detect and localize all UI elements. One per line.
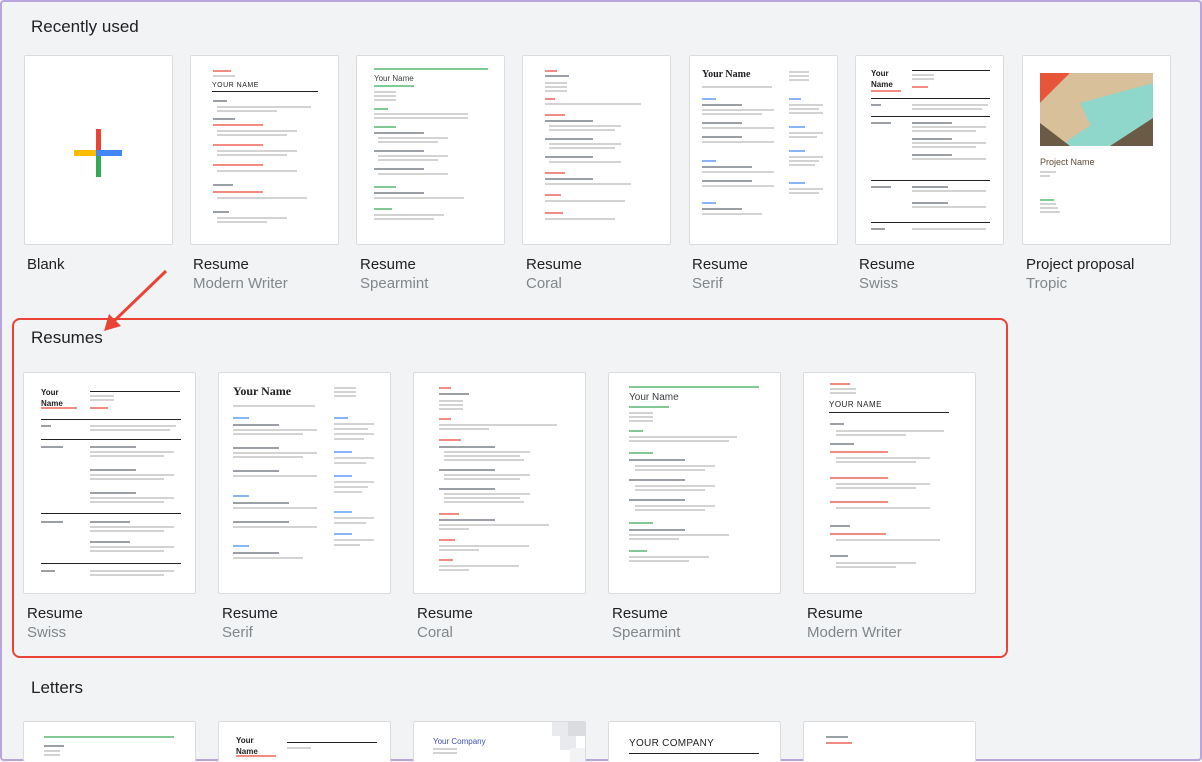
template-name: Resume bbox=[807, 605, 863, 622]
template-label: Resume Spearmint bbox=[360, 255, 428, 293]
thumb-company: YOUR COMPANY bbox=[629, 738, 715, 749]
template-variant: Modern Writer bbox=[193, 275, 288, 292]
resumes-heading: Resumes bbox=[31, 328, 103, 347]
thumb-name: Your Name bbox=[629, 392, 679, 403]
template-label: Resume Coral bbox=[417, 604, 473, 642]
thumb-name: YOUR NAME bbox=[829, 400, 882, 409]
template-label: Resume Modern Writer bbox=[193, 255, 288, 293]
template-variant: Swiss bbox=[859, 275, 899, 292]
template-name: Resume bbox=[692, 256, 748, 273]
template-label: Resume Swiss bbox=[27, 604, 83, 642]
template-name: Resume bbox=[526, 256, 582, 273]
thumb-company: Your Company bbox=[433, 737, 486, 746]
template-label: Project proposal Tropic bbox=[1026, 255, 1134, 293]
template-variant: Modern Writer bbox=[807, 624, 902, 641]
letters-heading: Letters bbox=[31, 678, 83, 697]
thumb-name: Your Name bbox=[374, 74, 414, 83]
tropic-cover-graphic bbox=[1040, 73, 1153, 146]
template-label: Resume Serif bbox=[692, 255, 748, 293]
template-variant: Coral bbox=[417, 624, 453, 641]
template-label: Resume Modern Writer bbox=[807, 604, 902, 642]
template-resume-serif[interactable]: Your Name bbox=[689, 55, 838, 245]
template-variant: Serif bbox=[222, 624, 253, 641]
template-label: Resume Serif bbox=[222, 604, 278, 642]
template-name: Resume bbox=[612, 605, 668, 622]
template-variant: Coral bbox=[526, 275, 562, 292]
thumb-name: Your Name bbox=[41, 388, 63, 408]
template-label: Resume Coral bbox=[526, 255, 582, 293]
template-variant: Spearmint bbox=[360, 275, 429, 292]
template-resume-swiss[interactable]: Your Name bbox=[23, 372, 196, 594]
template-resume-coral[interactable] bbox=[522, 55, 671, 245]
template-letter-swiss[interactable]: Your Name bbox=[218, 721, 391, 762]
template-resume-modern-writer[interactable]: YOUR NAME bbox=[803, 372, 976, 594]
template-name: Project proposal bbox=[1026, 256, 1135, 273]
template-variant: Spearmint bbox=[612, 624, 681, 641]
annotation-arrow bbox=[104, 269, 168, 331]
template-name: Resume bbox=[222, 605, 278, 622]
geometric-pattern-graphic bbox=[552, 722, 585, 762]
template-name: Resume bbox=[417, 605, 473, 622]
template-variant: Swiss bbox=[27, 624, 67, 641]
template-letter-spearmint[interactable] bbox=[23, 721, 196, 762]
template-label: Resume Swiss bbox=[859, 255, 915, 293]
template-resume-spearmint[interactable]: Your Name bbox=[356, 55, 505, 245]
template-resume-swiss[interactable]: Your Name bbox=[855, 55, 1004, 245]
template-name: Resume bbox=[27, 605, 83, 622]
template-resume-modern-writer[interactable]: YOUR NAME bbox=[190, 55, 339, 245]
template-letter-coral[interactable] bbox=[803, 721, 976, 762]
template-resume-serif[interactable]: Your Name bbox=[218, 372, 391, 594]
thumb-name: Your Name bbox=[233, 384, 292, 398]
thumb-name: Your Name bbox=[702, 69, 751, 80]
thumb-name: YOUR NAME bbox=[212, 82, 259, 89]
template-letter-geometric[interactable]: Your Company bbox=[413, 721, 586, 762]
template-variant: Tropic bbox=[1026, 275, 1068, 292]
thumb-project-name: Project Name bbox=[1040, 157, 1095, 167]
template-project-proposal-tropic[interactable]: Project Name bbox=[1022, 55, 1171, 245]
template-variant: Serif bbox=[692, 275, 723, 292]
template-name: Resume bbox=[859, 256, 915, 273]
template-resume-coral[interactable] bbox=[413, 372, 586, 594]
template-name: Resume bbox=[360, 256, 416, 273]
template-letter-modern-writer[interactable]: YOUR COMPANY bbox=[608, 721, 781, 762]
thumb-name: Your Name bbox=[871, 69, 893, 89]
template-resume-spearmint[interactable]: Your Name bbox=[608, 372, 781, 594]
thumb-name: Your Name bbox=[236, 736, 258, 756]
template-name: Resume bbox=[193, 256, 249, 273]
template-label: Resume Spearmint bbox=[612, 604, 680, 642]
